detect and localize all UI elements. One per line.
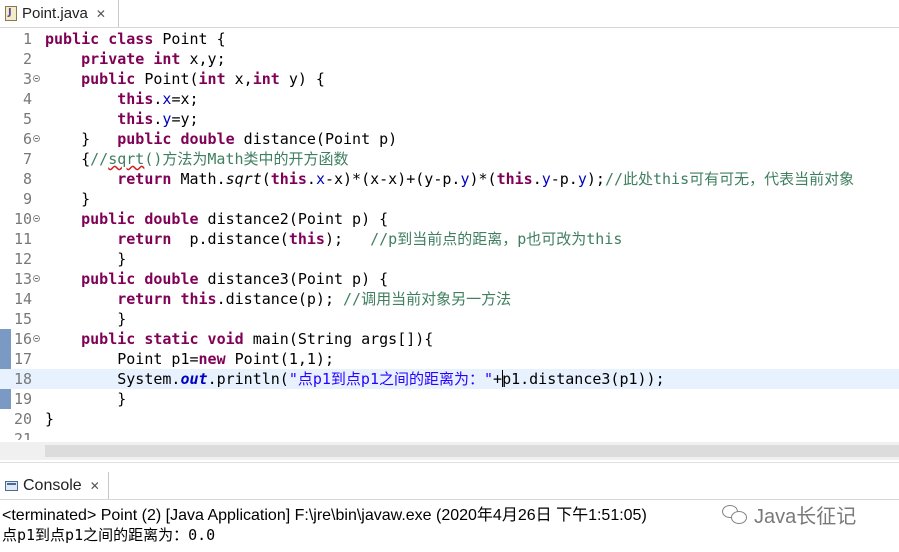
code-line[interactable]: 16 public static void main(String args[]… [0,329,899,349]
line-number: 12 [13,250,32,268]
line-number: 1 [22,30,32,48]
fold-collapse-icon[interactable] [33,75,40,82]
fold-collapse-icon[interactable] [33,335,40,342]
editor-tab-bar: Point.java ✕ [0,0,899,28]
java-file-icon [5,6,17,21]
fold-collapse-icon[interactable] [33,135,40,142]
line-number: 11 [13,230,32,248]
code-line[interactable]: 21 [0,429,899,440]
code-line[interactable]: 10 public double distance2(Point p) { [0,209,899,229]
console-tab-bar: Console ✕ [0,472,899,500]
line-number: 21 [13,430,32,440]
line-number: 13 [13,270,32,288]
line-number: 9 [22,190,32,208]
code-line[interactable]: 14 return this.distance(p); //调用当前对象另一方法 [0,289,899,309]
code-editor[interactable]: 1 public class Point { 2 private int x,y;… [0,28,899,440]
code-line[interactable]: 12 } [0,249,899,269]
horizontal-scrollbar[interactable] [0,442,899,460]
code-line[interactable]: 13 public double distance3(Point p) { [0,269,899,289]
fold-collapse-icon[interactable] [33,215,40,222]
line-number: 20 [13,410,32,428]
console-icon [5,480,18,491]
wechat-icon [722,504,748,525]
close-icon[interactable]: ✕ [96,7,106,21]
code-line[interactable]: 9 } [0,189,899,209]
code-line[interactable]: 11 return p.distance(this); //p到当前点的距离，p… [0,229,899,249]
line-number: 14 [13,290,32,308]
code-line[interactable]: 3 public Point(int x,int y) { [0,69,899,89]
code-line[interactable]: 7 {//sqrt()方法为Math类中的开方函数 [0,149,899,169]
line-number: 19 [13,390,32,408]
code-line[interactable]: 2 private int x,y; [0,49,899,69]
watermark-text: Java长征记 [754,506,857,528]
line-number: 6 [22,130,32,148]
tab-point-java[interactable]: Point.java ✕ [0,0,119,27]
line-number: 17 [13,350,32,368]
close-icon[interactable]: ✕ [90,479,100,493]
code-line[interactable]: 5 this.y=y; [0,109,899,129]
line-number: 4 [22,90,32,108]
code-line[interactable]: 4 this.x=x; [0,89,899,109]
line-number: 2 [22,50,32,68]
tab-console[interactable]: Console ✕ [0,472,109,499]
panel-divider[interactable] [0,462,899,472]
scrollbar-thumb[interactable] [45,445,899,457]
line-number: 15 [13,310,32,328]
line-number: 18 [13,370,32,388]
line-number: 3 [22,70,32,88]
console-output[interactable]: 点p1到点p1之间的距离为：0.0 [2,524,215,545]
code-line[interactable]: 1 public class Point { [0,29,899,49]
watermark: Java长征记 [722,500,856,529]
line-number: 5 [22,110,32,128]
code-line[interactable]: 8 return Math.sqrt(this.x-x)*(x-x)+(y-p.… [0,169,899,189]
code-line[interactable]: 6 } public double distance(Point p) [0,129,899,149]
console-status: <terminated> Point (2) [Java Application… [2,507,647,524]
line-number: 10 [13,210,32,228]
fold-collapse-icon[interactable] [33,275,40,282]
line-number: 8 [22,170,32,188]
code-line-current[interactable]: 18 System.out.println("点p1到点p1之间的距离为："+p… [0,369,899,389]
code-line[interactable]: 19 } [0,389,899,409]
console-tab-title: Console [23,476,82,494]
code-line[interactable]: 15 } [0,309,899,329]
tab-title: Point.java [22,5,88,22]
line-number: 16 [13,330,32,348]
line-number: 7 [22,150,32,168]
code-line[interactable]: 17 Point p1=new Point(1,1); [0,349,899,369]
code-line[interactable]: 20} [0,409,899,429]
